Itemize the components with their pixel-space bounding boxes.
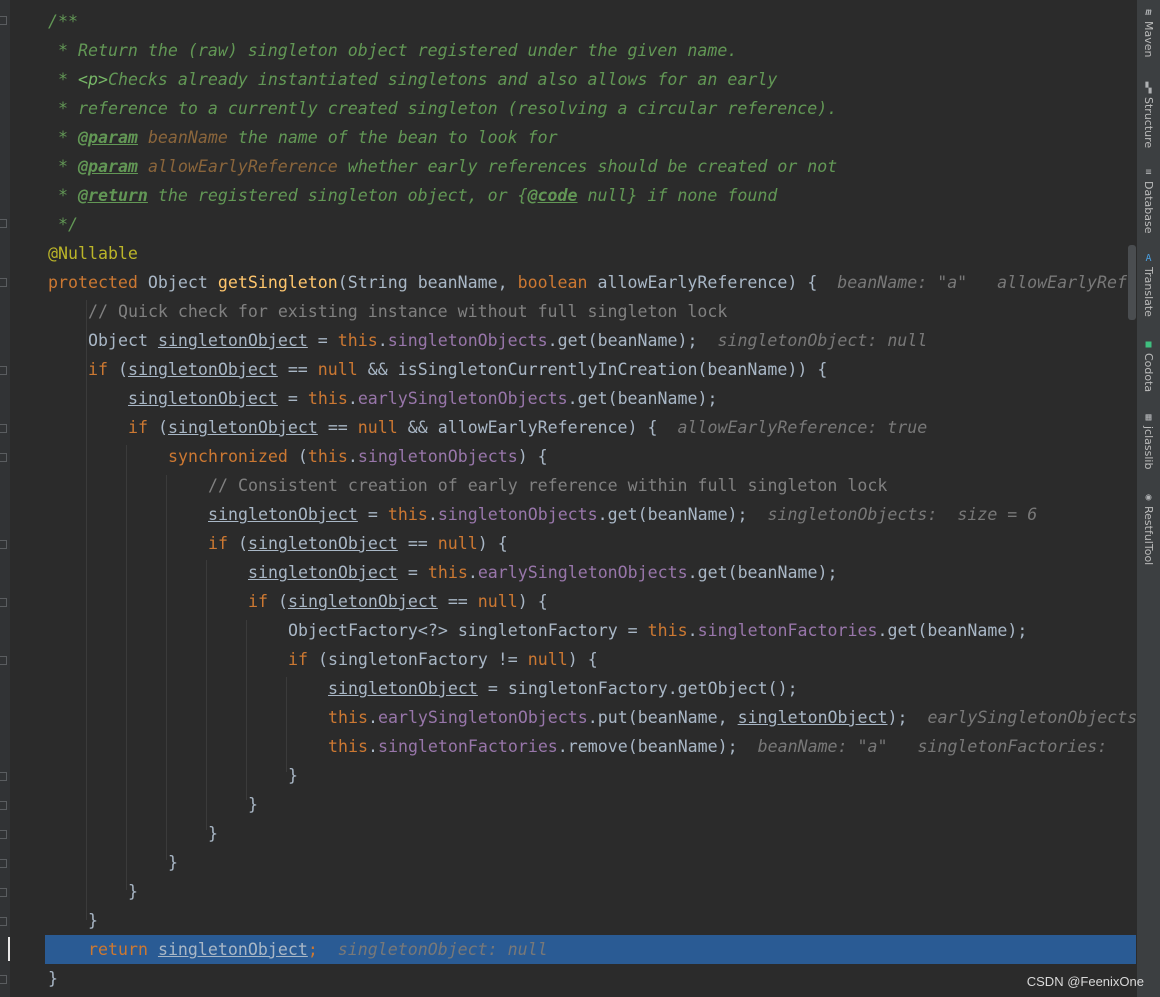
tool-window-structure[interactable]: ▚ Structure [1137, 83, 1160, 149]
inline-debug-hint: earlySingletonObjects [927, 708, 1137, 727]
fold-marker-icon[interactable] [0, 975, 7, 984]
code-line: /** [48, 12, 78, 31]
fold-marker-icon[interactable] [0, 424, 7, 433]
fold-marker-icon[interactable] [0, 453, 7, 462]
code-line: singletonObject = this.earlySingletonObj… [248, 563, 838, 582]
code-line: synchronized (this.singletonObjects) { [168, 447, 548, 466]
inline-debug-hint: beanName: "a" singletonFactories: [757, 737, 1108, 756]
code-line: if (singletonObject == null) { [248, 592, 548, 611]
code-line: * @param beanName the name of the bean t… [48, 128, 558, 147]
code-line: if (singletonObject == null && allowEarl… [128, 418, 928, 437]
code-line: singletonObject = singletonFactory.getOb… [328, 679, 798, 698]
tool-window-codota[interactable]: ■ Codota [1137, 339, 1160, 393]
tool-window-jclasslib[interactable]: ▦ jclasslib [1137, 412, 1160, 470]
code-line: } [208, 824, 218, 843]
code-line: */ [48, 215, 78, 234]
maven-icon: m [1145, 7, 1152, 18]
indent-guide [86, 300, 88, 920]
right-tool-sidebar: m Maven ▚ Structure ≡ Database A Transla… [1136, 0, 1160, 997]
tool-window-translate[interactable]: A Translate [1137, 254, 1160, 317]
tool-window-database[interactable]: ≡ Database [1137, 168, 1160, 234]
code-line: } [168, 853, 178, 872]
fold-marker-icon[interactable] [0, 830, 7, 839]
code-line: singletonObject = this.singletonObjects.… [208, 505, 1038, 524]
translate-icon: A [1145, 253, 1152, 264]
inline-debug-hint: singletonObject: null [337, 940, 548, 959]
inline-debug-hint: allowEarlyReference: true [677, 418, 928, 437]
fold-marker-icon[interactable] [0, 366, 7, 375]
database-icon: ≡ [1145, 167, 1152, 178]
current-code-line: return singletonObject; singletonObject:… [88, 940, 548, 959]
fold-marker-icon[interactable] [0, 917, 7, 926]
jclasslib-icon: ▦ [1145, 412, 1152, 423]
code-line: } [128, 882, 138, 901]
restfultool-icon: ◉ [1145, 492, 1152, 503]
code-line: protected Object getSingleton(String bea… [48, 273, 1128, 292]
code-line: if (singletonFactory != null) { [288, 650, 598, 669]
fold-marker-icon[interactable] [0, 219, 7, 228]
code-line: } [88, 911, 98, 930]
code-line: } [48, 969, 58, 988]
tool-window-restfultool[interactable]: ◉ RestfulTool [1137, 492, 1160, 566]
indent-guide [206, 560, 208, 830]
fold-marker-icon[interactable] [0, 598, 7, 607]
code-line: } [248, 795, 258, 814]
fold-marker-icon[interactable] [0, 16, 7, 25]
fold-marker-icon[interactable] [0, 859, 7, 868]
inline-debug-hint: singletonObject: null [717, 331, 928, 350]
watermark: CSDN @FeenixOne [1026, 974, 1144, 989]
fold-marker-icon[interactable] [0, 888, 7, 897]
code-line: if (singletonObject == null && isSinglet… [88, 360, 828, 379]
code-line: singletonObject = this.earlySingletonObj… [128, 389, 718, 408]
code-line: * @return the registered singleton objec… [48, 186, 778, 205]
indent-guide [246, 620, 248, 800]
inline-debug-hint: beanName: "a" allowEarlyRef [837, 273, 1128, 292]
text-caret [8, 937, 10, 961]
code-line: * reference to a currently created singl… [48, 99, 838, 118]
code-line: @Nullable [48, 244, 138, 263]
code-line: if (singletonObject == null) { [208, 534, 508, 553]
codota-icon: ■ [1145, 339, 1152, 350]
indent-guide [126, 445, 128, 890]
editor-scrollbar[interactable] [1128, 245, 1136, 320]
inline-debug-hint: singletonObjects: size = 6 [767, 505, 1038, 524]
code-line: * <p>Checks already instantiated singlet… [48, 70, 778, 89]
fold-marker-icon[interactable] [0, 772, 7, 781]
code-line: * @param allowEarlyReference whether ear… [48, 157, 838, 176]
code-line: // Consistent creation of early referenc… [208, 476, 888, 495]
tool-window-maven[interactable]: m Maven [1137, 7, 1160, 58]
fold-marker-icon[interactable] [0, 278, 7, 287]
code-editor[interactable]: /** * Return the (raw) singleton object … [0, 0, 1137, 997]
fold-marker-icon[interactable] [0, 540, 7, 549]
code-line: this.earlySingletonObjects.put(beanName,… [328, 708, 1137, 727]
code-line: * Return the (raw) singleton object regi… [48, 41, 738, 60]
editor-gutter [0, 0, 10, 997]
indent-guide [286, 677, 288, 772]
code-line: } [288, 766, 298, 785]
code-line: this.singletonFactories.remove(beanName)… [328, 737, 1108, 756]
fold-marker-icon[interactable] [0, 801, 7, 810]
indent-guide [166, 475, 168, 860]
code-line: ObjectFactory<?> singletonFactory = this… [288, 621, 1028, 640]
fold-marker-icon[interactable] [0, 656, 7, 665]
structure-icon: ▚ [1145, 83, 1152, 94]
code-line: Object singletonObject = this.singletonO… [88, 331, 928, 350]
code-line: // Quick check for existing instance wit… [88, 302, 728, 321]
